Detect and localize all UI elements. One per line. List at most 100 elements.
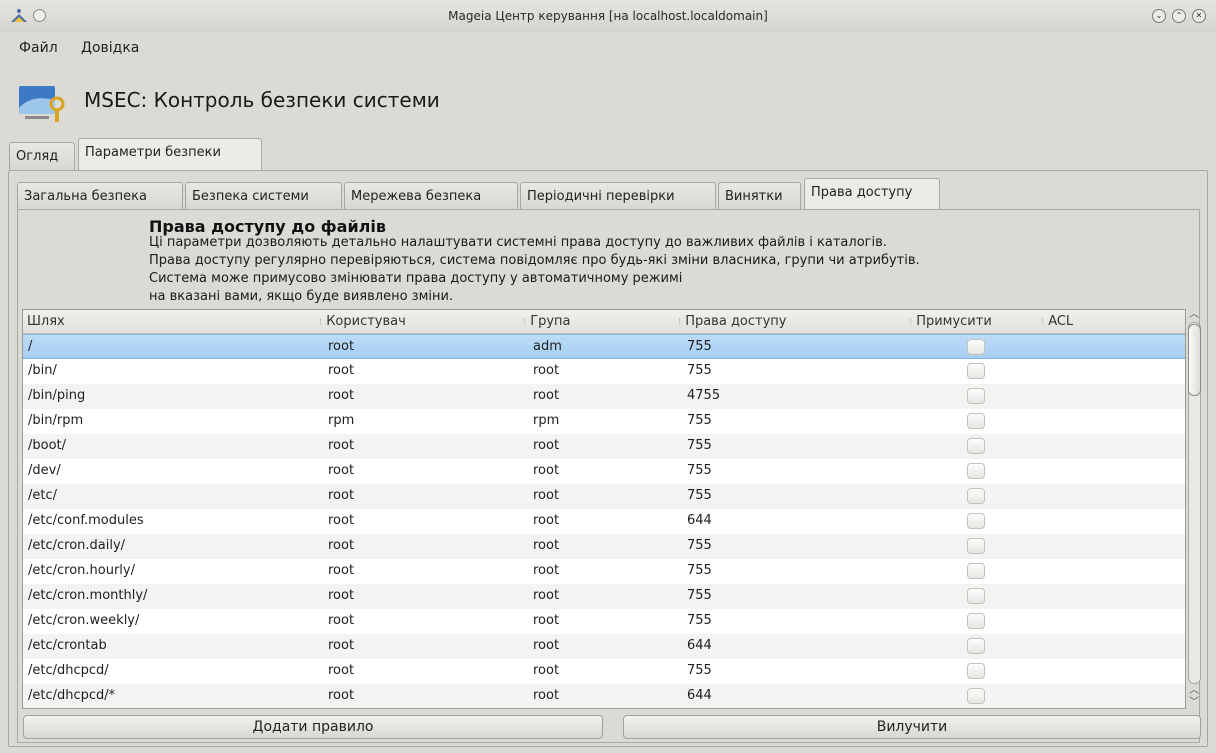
cell-group: rpm [533, 413, 560, 428]
scroll-up-icon[interactable]: ︿ [1186, 309, 1202, 321]
cell-group: root [533, 463, 560, 478]
window-title: Mageia Центр керування [на localhost.loc… [448, 9, 768, 23]
cell-permissions: 755 [687, 339, 712, 354]
cell-permissions: 755 [687, 588, 712, 603]
cell-user: root [328, 513, 355, 528]
tab-permissions[interactable]: Права доступу [804, 178, 940, 210]
page-title: MSEC: Контроль безпеки системи [84, 88, 440, 112]
security-app-icon [19, 86, 65, 122]
cell-group: root [533, 388, 560, 403]
cell-path: /etc/cron.monthly/ [28, 588, 148, 603]
force-checkbox[interactable] [967, 388, 985, 404]
remove-button[interactable]: Вилучити [623, 715, 1201, 739]
cell-user: rpm [328, 413, 355, 428]
table-row[interactable]: /etc/dhcpcd/* root root 644 [23, 684, 1185, 708]
cell-permissions: 755 [687, 538, 712, 553]
table-row[interactable]: /etc/cron.daily/ root root 755 [23, 534, 1185, 559]
tab-system-security[interactable]: Безпека системи [185, 182, 342, 210]
column-header-permissions[interactable]: ⁝ Права доступу [678, 314, 787, 329]
table-row[interactable]: /etc/cron.weekly/ root root 755 [23, 609, 1185, 634]
column-header-acl[interactable]: ⁝ ACL [1041, 314, 1073, 329]
column-header-path[interactable]: Шлях [27, 314, 65, 329]
cell-path: /bin/rpm [28, 413, 84, 428]
force-checkbox[interactable] [967, 688, 985, 704]
table-row[interactable]: /dev/ root root 755 [23, 459, 1185, 484]
tab-general-security[interactable]: Загальна безпека [17, 182, 183, 210]
cell-user: root [328, 388, 355, 403]
cell-path: / [28, 339, 33, 354]
menu-help[interactable]: Довідка [81, 40, 139, 56]
cell-path: /bin/ping [28, 388, 86, 403]
tab-exceptions[interactable]: Винятки [718, 182, 801, 210]
table-row[interactable]: /etc/ root root 755 [23, 484, 1185, 509]
force-checkbox[interactable] [967, 488, 985, 504]
cell-permissions: 755 [687, 438, 712, 453]
menu-file[interactable]: Файл [19, 40, 58, 56]
close-button[interactable]: ✕ [1192, 9, 1206, 23]
force-checkbox[interactable] [967, 363, 985, 379]
force-checkbox[interactable] [967, 413, 985, 429]
cell-group: root [533, 638, 560, 653]
section-title: Права доступу до файлів [149, 217, 386, 236]
column-header-label: Права доступу [685, 314, 787, 329]
tab-periodic-checks[interactable]: Періодичні перевірки [520, 182, 716, 210]
tab-security-settings[interactable]: Параметри безпеки [78, 138, 262, 170]
scroll-up-icon[interactable]: ︿ [1186, 685, 1202, 697]
cell-permissions: 755 [687, 488, 712, 503]
table-row[interactable]: /bin/rpm rpm rpm 755 [23, 409, 1185, 434]
column-header-group[interactable]: ⁝ Група [523, 314, 571, 329]
cell-path: /dev/ [28, 463, 61, 478]
table-row[interactable]: /etc/cron.monthly/ root root 755 [23, 584, 1185, 609]
cell-user: root [328, 588, 355, 603]
force-checkbox[interactable] [967, 339, 985, 355]
force-checkbox[interactable] [967, 588, 985, 604]
permissions-table: Шлях ⁝ Користувач ⁝ Група ⁝ Права доступу ⁝… [22, 309, 1186, 709]
scrollbar-thumb[interactable] [1188, 324, 1201, 396]
cell-user: root [328, 538, 355, 553]
force-checkbox[interactable] [967, 613, 985, 629]
cell-permissions: 4755 [687, 388, 721, 403]
table-header: Шлях ⁝ Користувач ⁝ Група ⁝ Права доступу ⁝… [23, 310, 1185, 334]
description-line: на вказані вами, якщо буде виявлено змін… [149, 289, 454, 304]
table-row[interactable]: /etc/conf.modules root root 644 [23, 509, 1185, 534]
column-header-force[interactable]: ⁝ Примусити [909, 314, 992, 329]
table-scrollbar[interactable]: ︿ ︿ ﹀ [1186, 309, 1202, 709]
table-row[interactable]: /bin/ping root root 4755 [23, 384, 1185, 409]
cell-group: root [533, 688, 560, 703]
table-row[interactable]: /etc/cron.hourly/ root root 755 [23, 559, 1185, 584]
force-checkbox[interactable] [967, 438, 985, 454]
cell-user: root [328, 563, 355, 578]
cell-permissions: 755 [687, 363, 712, 378]
cell-path: /etc/conf.modules [28, 513, 144, 528]
cell-path: /bin/ [28, 363, 57, 378]
tab-overview[interactable]: Огляд [9, 142, 75, 170]
table-row[interactable]: /etc/crontab root root 644 [23, 634, 1185, 659]
cell-user: root [328, 613, 355, 628]
minimize-button[interactable]: ⌄ [1152, 9, 1166, 23]
add-rule-button[interactable]: Додати правило [23, 715, 603, 739]
cell-group: root [533, 538, 560, 553]
cell-group: root [533, 363, 560, 378]
force-checkbox[interactable] [967, 663, 985, 679]
cell-path: /etc/dhcpcd/* [28, 688, 116, 703]
maximize-button[interactable]: ⌃ [1172, 9, 1186, 23]
table-row[interactable]: / root adm 755 [23, 334, 1185, 359]
table-row[interactable]: /bin/ root root 755 [23, 359, 1185, 384]
cell-permissions: 755 [687, 663, 712, 678]
force-checkbox[interactable] [967, 463, 985, 479]
cell-permissions: 644 [687, 513, 712, 528]
column-header-user[interactable]: ⁝ Користувач [319, 314, 406, 329]
force-checkbox[interactable] [967, 638, 985, 654]
force-checkbox[interactable] [967, 538, 985, 554]
table-row[interactable]: /boot/ root root 755 [23, 434, 1185, 459]
force-checkbox[interactable] [967, 563, 985, 579]
description-line: Система може примусово змінювати права д… [149, 271, 683, 286]
column-header-label: Група [530, 314, 571, 329]
table-row[interactable]: /etc/dhcpcd/ root root 755 [23, 659, 1185, 684]
cell-path: /etc/cron.weekly/ [28, 613, 140, 628]
scroll-down-icon[interactable]: ﹀ [1186, 697, 1202, 709]
tab-label: Загальна безпека [24, 189, 147, 204]
column-header-label: Примусити [916, 314, 992, 329]
tab-network-security[interactable]: Мережева безпека [344, 182, 518, 210]
force-checkbox[interactable] [967, 513, 985, 529]
